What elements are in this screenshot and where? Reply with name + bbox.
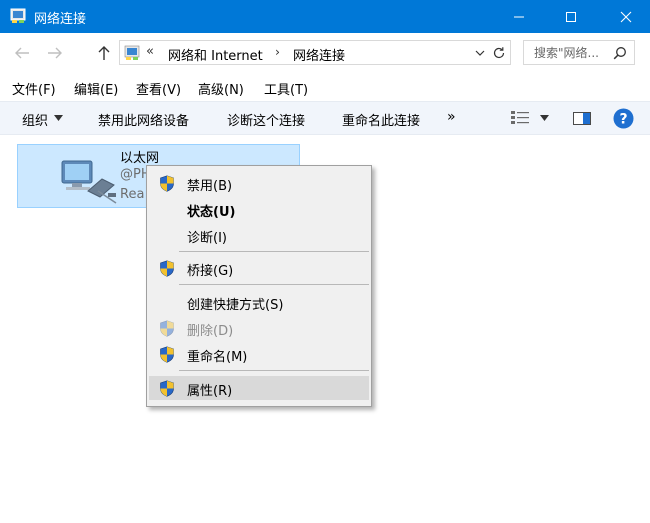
preview-pane-icon[interactable] bbox=[573, 112, 591, 125]
address-row: « 网络和 Internet › 网络连接 bbox=[0, 33, 650, 73]
context-item-label: 重命名(M) bbox=[187, 350, 248, 365]
back-button[interactable] bbox=[10, 41, 34, 65]
close-button[interactable] bbox=[602, 0, 650, 33]
search-icon[interactable] bbox=[613, 46, 627, 60]
arrow-up-icon bbox=[98, 46, 110, 60]
menu-file[interactable]: 文件(F) bbox=[12, 79, 56, 98]
command-bar: 组织 禁用此网络设备 诊断这个连接 重命名此连接 » ? bbox=[0, 101, 650, 135]
breadcrumb-network-internet[interactable]: 网络和 Internet bbox=[168, 45, 263, 64]
context-item-create-shortcut[interactable]: 创建快捷方式(S) bbox=[149, 290, 369, 314]
context-item-rename[interactable]: 重命名(M) bbox=[149, 342, 369, 366]
uac-shield-icon bbox=[160, 320, 174, 337]
menu-edit[interactable]: 编辑(E) bbox=[74, 79, 118, 98]
context-item-properties[interactable]: 属性(R) bbox=[149, 376, 369, 400]
uac-shield-icon bbox=[160, 175, 174, 192]
help-icon[interactable]: ? bbox=[613, 108, 634, 129]
maximize-icon bbox=[566, 11, 576, 22]
menu-view[interactable]: 查看(V) bbox=[136, 79, 181, 98]
diagnose-connection-button[interactable]: 诊断这个连接 bbox=[227, 110, 305, 129]
svg-text:?: ? bbox=[619, 112, 627, 128]
rename-connection-button[interactable]: 重命名此连接 bbox=[342, 110, 420, 129]
menu-tools[interactable]: 工具(T) bbox=[264, 79, 308, 98]
context-item-bridge[interactable]: 桥接(G) bbox=[149, 256, 369, 280]
menu-advanced[interactable]: 高级(N) bbox=[198, 79, 244, 98]
uac-shield-icon bbox=[160, 380, 174, 397]
context-item-label: 状态(U) bbox=[187, 205, 236, 220]
context-item-label: 桥接(G) bbox=[187, 264, 234, 279]
breadcrumb-separator[interactable]: › bbox=[275, 44, 280, 59]
connection-name: 以太网 bbox=[120, 151, 160, 166]
menu-separator bbox=[179, 370, 369, 371]
search-box[interactable] bbox=[523, 40, 635, 65]
refresh-icon[interactable] bbox=[492, 46, 506, 60]
menu-separator bbox=[179, 251, 369, 252]
more-commands-button[interactable]: » bbox=[447, 109, 456, 125]
arrow-right-icon bbox=[48, 47, 62, 59]
context-item-delete[interactable]: 删除(D) bbox=[149, 316, 369, 340]
context-item-status[interactable]: 状态(U) bbox=[149, 197, 369, 221]
context-item-diagnose[interactable]: 诊断(I) bbox=[149, 223, 369, 247]
minimize-icon bbox=[514, 16, 524, 17]
caret-down-icon[interactable] bbox=[540, 115, 549, 121]
chevron-down-icon[interactable] bbox=[474, 47, 486, 59]
context-item-label: 诊断(I) bbox=[187, 231, 227, 246]
address-overflow-chevrons[interactable]: « bbox=[146, 44, 154, 59]
context-item-label: 禁用(B) bbox=[187, 179, 233, 194]
forward-button[interactable] bbox=[43, 41, 67, 65]
maximize-button[interactable] bbox=[548, 0, 594, 33]
uac-shield-icon bbox=[160, 346, 174, 363]
context-item-label: 属性(R) bbox=[187, 384, 233, 399]
view-options-icon[interactable] bbox=[510, 110, 530, 126]
arrow-left-icon bbox=[15, 47, 29, 59]
breadcrumb-network-connections[interactable]: 网络连接 bbox=[293, 45, 345, 64]
search-input[interactable] bbox=[534, 44, 612, 61]
menu-separator bbox=[179, 284, 369, 285]
up-button[interactable] bbox=[92, 41, 116, 65]
close-icon bbox=[620, 11, 632, 22]
context-item-label: 删除(D) bbox=[187, 324, 234, 339]
title-bar[interactable]: 网络连接 bbox=[0, 0, 650, 33]
window-title: 网络连接 bbox=[34, 12, 87, 27]
menu-bar: 文件(F) 编辑(E) 查看(V) 高级(N) 工具(T) bbox=[0, 73, 650, 101]
network-adapter-icon bbox=[61, 160, 117, 204]
caret-down-icon[interactable] bbox=[54, 115, 63, 121]
connection-device: Rea bbox=[120, 187, 145, 202]
context-item-disable[interactable]: 禁用(B) bbox=[149, 171, 369, 195]
uac-shield-icon bbox=[160, 260, 174, 277]
minimize-button[interactable] bbox=[496, 0, 542, 33]
network-folder-icon bbox=[124, 45, 140, 60]
disable-device-button[interactable]: 禁用此网络设备 bbox=[98, 110, 189, 129]
network-connections-app-icon bbox=[10, 8, 26, 23]
context-item-label: 创建快捷方式(S) bbox=[187, 298, 284, 313]
context-menu: 禁用(B) 状态(U) 诊断(I) 桥接(G) 创建快捷方式(S) 删除(D) … bbox=[146, 165, 372, 407]
address-bar[interactable]: « 网络和 Internet › 网络连接 bbox=[119, 40, 511, 65]
organize-button[interactable]: 组织 bbox=[22, 110, 48, 129]
